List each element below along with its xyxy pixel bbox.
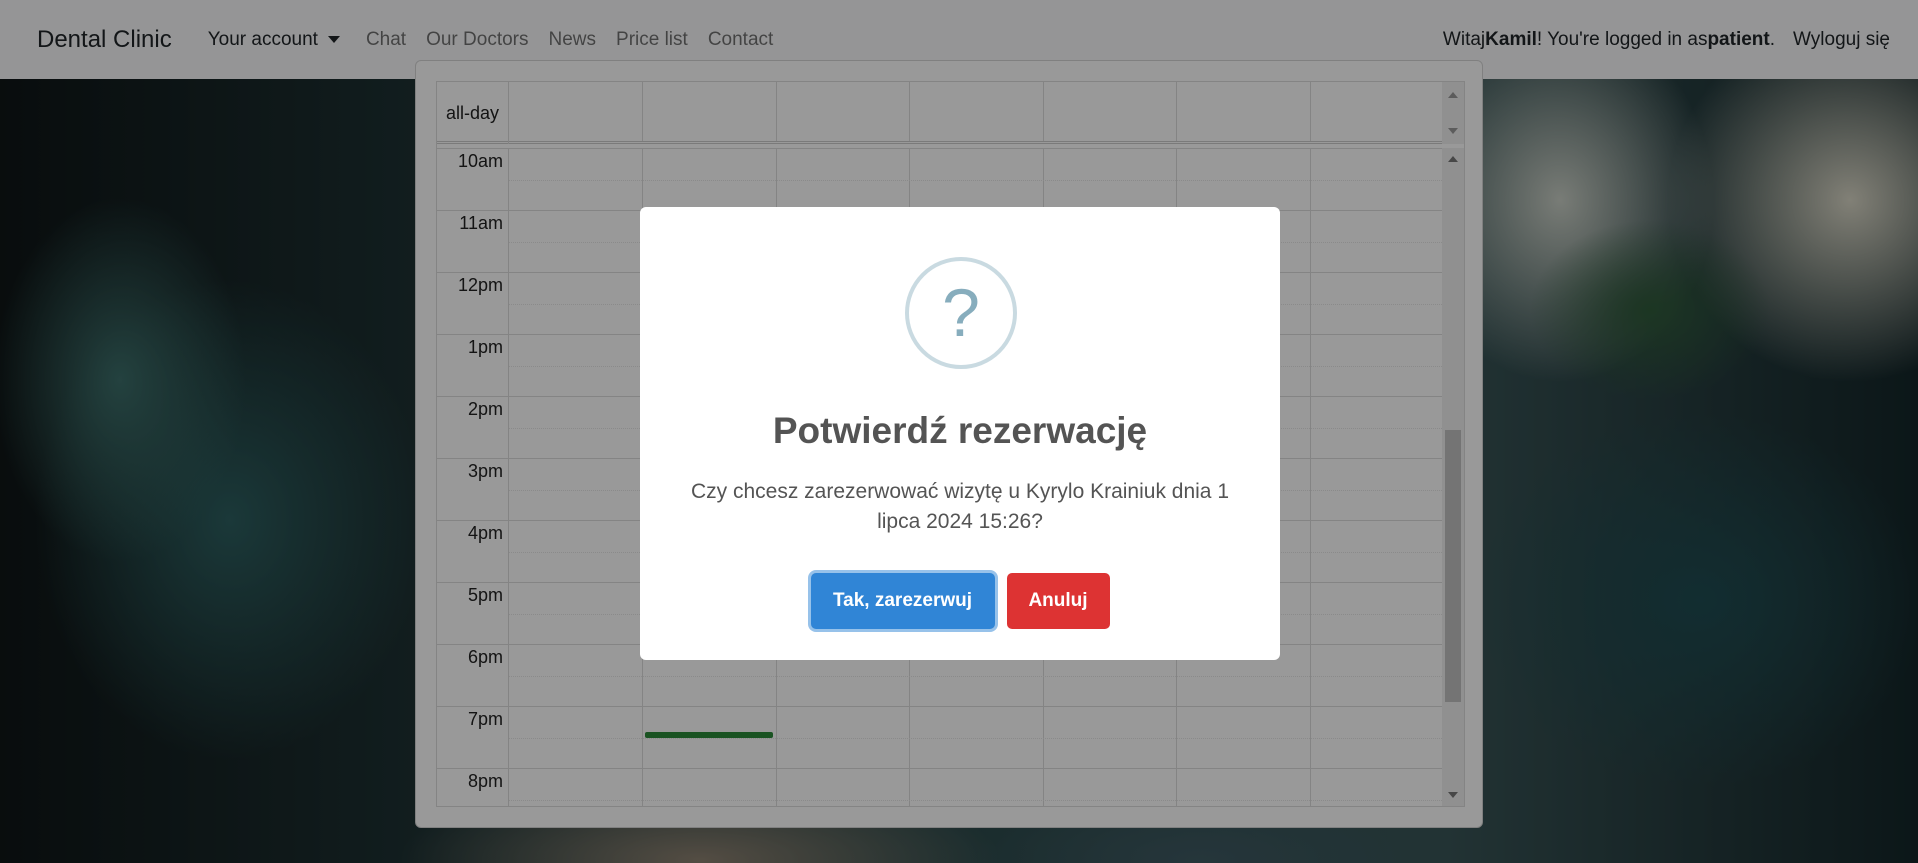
dialog-title: Potwierdź rezerwację bbox=[772, 410, 1148, 451]
dialog-actions: Tak, zarezerwuj Anuluj bbox=[640, 573, 1280, 629]
cancel-button[interactable]: Anuluj bbox=[1006, 573, 1110, 629]
dialog-message: Czy chcesz zarezerwować wizytę u Kyrylo … bbox=[690, 480, 1230, 533]
question-icon: ? bbox=[905, 257, 1017, 369]
confirm-reservation-button[interactable]: Tak, zarezerwuj bbox=[810, 573, 995, 629]
confirm-reservation-dialog: ? Potwierdź rezerwację Czy chcesz zareze… bbox=[640, 207, 1280, 660]
